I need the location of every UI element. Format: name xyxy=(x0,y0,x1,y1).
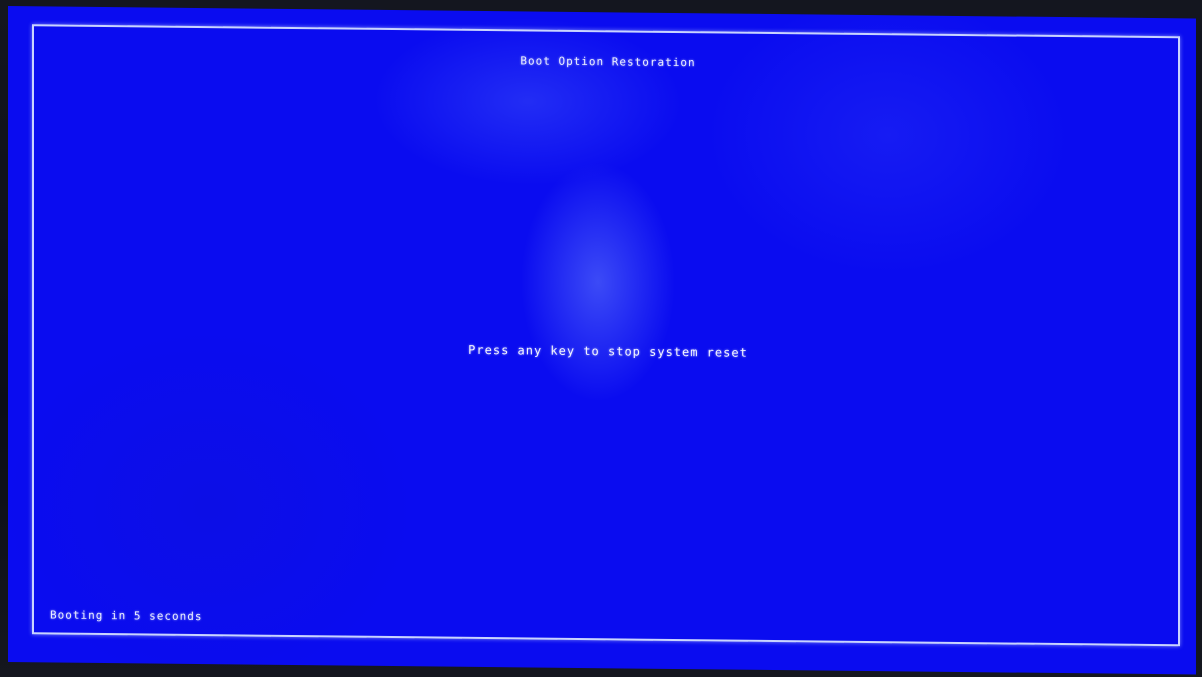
screen-title: Boot Option Restoration xyxy=(520,54,696,70)
monitor-bezel: Boot Option Restoration Press any key to… xyxy=(0,0,1202,677)
boot-countdown-status: Booting in 5 seconds xyxy=(50,608,203,624)
reset-prompt-message: Press any key to stop system reset xyxy=(468,342,748,360)
bios-screen[interactable]: Boot Option Restoration Press any key to… xyxy=(8,6,1196,675)
screen-frame: Boot Option Restoration Press any key to… xyxy=(32,24,1180,647)
